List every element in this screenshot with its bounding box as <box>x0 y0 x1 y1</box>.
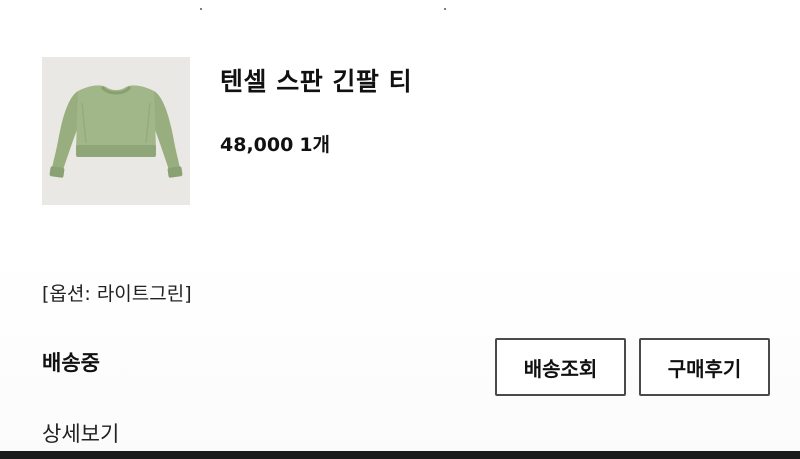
write-review-button[interactable]: 구매후기 <box>639 338 770 396</box>
price-quantity: 48,000 1개 <box>220 130 330 157</box>
product-option: [옵션: 라이트그린] <box>42 283 192 305</box>
price-value: 48,000 <box>220 134 294 156</box>
product-thumbnail[interactable] <box>42 57 190 205</box>
screen-speck <box>200 8 202 10</box>
track-delivery-button[interactable]: 배송조회 <box>495 338 626 396</box>
quantity-value: 1개 <box>299 134 331 156</box>
view-details-link[interactable]: 상세보기 <box>42 418 119 448</box>
order-item-screen: 텐셀 스판 긴팔 티 48,000 1개 [옵션: 라이트그린] 배송중 배송조회… <box>0 0 800 459</box>
delivery-status: 배송중 <box>42 351 100 375</box>
product-name[interactable]: 텐셀 스판 긴팔 티 <box>220 62 412 98</box>
screen-speck <box>444 8 446 10</box>
bottom-edge-bar <box>0 451 800 459</box>
sweater-image-icon <box>49 85 183 178</box>
